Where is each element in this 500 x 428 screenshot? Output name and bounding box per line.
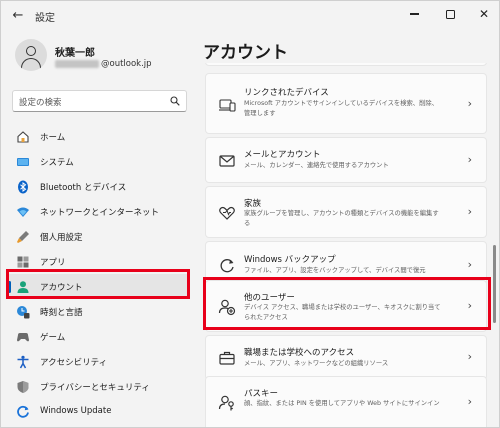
card-description: 顔、指紋、または PIN を使用してアプリや Web サイトにサインイン: [244, 400, 440, 407]
page-title: アカウント: [203, 43, 288, 63]
search-input[interactable]: 設定の検索: [12, 90, 187, 112]
sidebar-item-privacy-security[interactable]: プライバシーとセキュリティ: [7, 374, 190, 399]
sidebar-item-time-language[interactable]: 時刻と言語: [7, 299, 190, 324]
card-description: ファイル、アプリ、設定をバックアップして、デバイス間で復元: [244, 267, 426, 274]
accounts-settings-list: リンクされたデバイス Microsoft アカウントでサインインしているデバイス…: [205, 63, 491, 427]
chevron-right-icon: ›: [467, 350, 472, 363]
sidebar-item-label: ゲーム: [40, 333, 66, 343]
sidebar-item-label: Bluetooth とデバイス: [40, 183, 127, 193]
person-icon: [26, 46, 36, 56]
card-description: 家族グループを管理し、アカウントの種類とデバイスの機能を編集する: [244, 210, 439, 227]
backup-icon: [218, 257, 236, 275]
close-icon: ✕: [478, 7, 490, 21]
network-icon: [16, 205, 30, 219]
email-redaction: [55, 60, 99, 68]
sidebar-item-label: Windows Update: [40, 406, 112, 416]
card-title: メールとアカウント: [244, 150, 321, 160]
sidebar-item-label: アプリ: [40, 258, 66, 268]
card-title: 家族: [244, 199, 262, 209]
settings-card-partial: [205, 63, 487, 66]
time-language-icon: [16, 305, 30, 319]
highlight-box-accounts: [6, 269, 190, 299]
card-passkeys[interactable]: パスキー 顔、指紋、または PIN を使用してアプリや Web サイトにサインイ…: [205, 376, 487, 427]
settings-window: ← 設定 ✕ 秋葉一郎 @outlook.jp 設定の検索 ホーム システム B…: [0, 0, 500, 428]
sidebar-item-label: 個人用設定: [40, 233, 83, 243]
chevron-right-icon: ›: [467, 153, 472, 166]
user-name: 秋葉一郎: [55, 48, 95, 59]
card-email-accounts[interactable]: メールとアカウント メール、カレンダー、連絡先で使用するアカウント ›: [205, 137, 487, 183]
card-title: 職場または学校へのアクセス: [244, 348, 355, 358]
card-work-school-access[interactable]: 職場または学校へのアクセス メール、アプリ、ネットワークなどの組織リソース ›: [205, 335, 487, 380]
accessibility-icon: [16, 355, 30, 369]
chevron-right-icon: ›: [467, 97, 472, 110]
briefcase-icon: [218, 349, 236, 367]
card-title: パスキー: [244, 389, 279, 399]
card-description: Microsoft アカウントでサインインしているデバイスを検索、削除、管理しま…: [244, 100, 438, 117]
home-icon: [16, 130, 30, 144]
family-heart-icon: [218, 204, 236, 222]
sidebar-item-network[interactable]: ネットワークとインターネット: [7, 199, 190, 224]
system-icon: [16, 155, 30, 169]
apps-icon: [16, 255, 30, 269]
avatar[interactable]: [15, 39, 47, 71]
maximize-button[interactable]: [439, 3, 461, 25]
title-bar: ← 設定 ✕: [1, 1, 499, 31]
chevron-right-icon: ›: [467, 205, 472, 218]
sidebar-item-gaming[interactable]: ゲーム: [7, 324, 190, 349]
sidebar-item-label: アクセシビリティ: [40, 358, 108, 368]
mail-icon: [218, 152, 236, 170]
scrollbar-thumb[interactable]: [493, 245, 496, 323]
sidebar-item-label: プライバシーとセキュリティ: [40, 383, 150, 393]
brush-icon: [16, 230, 30, 244]
minimize-icon: [409, 13, 419, 15]
user-email-domain: @outlook.jp: [101, 59, 152, 69]
sidebar-item-personalization[interactable]: 個人用設定: [7, 224, 190, 249]
sidebar-item-home[interactable]: ホーム: [7, 124, 190, 149]
card-title: リンクされたデバイス: [244, 88, 329, 98]
update-icon: [16, 405, 30, 419]
passkey-icon: [218, 394, 236, 412]
laptop-phone-icon: [218, 96, 236, 114]
chevron-right-icon: ›: [467, 395, 472, 408]
minimize-button[interactable]: [403, 3, 425, 25]
shield-icon: [16, 380, 30, 394]
card-linked-devices[interactable]: リンクされたデバイス Microsoft アカウントでサインインしているデバイス…: [205, 73, 487, 134]
bluetooth-icon: [16, 180, 30, 194]
gaming-icon: [16, 330, 30, 344]
highlight-box-other-users: [203, 277, 491, 330]
sidebar-item-bluetooth[interactable]: Bluetooth とデバイス: [7, 174, 190, 199]
search-placeholder: 設定の検索: [19, 98, 62, 108]
maximize-icon: [445, 9, 455, 19]
search-icon: [170, 96, 180, 106]
window-title: 設定: [35, 13, 55, 24]
card-title: Windows バックアップ: [244, 255, 336, 265]
card-description: メール、カレンダー、連絡先で使用するアカウント: [244, 162, 389, 169]
card-description: メール、アプリ、ネットワークなどの組織リソース: [244, 360, 389, 367]
sidebar-item-accessibility[interactable]: アクセシビリティ: [7, 349, 190, 374]
sidebar-item-label: 時刻と言語: [40, 308, 83, 318]
sidebar-item-label: システム: [40, 158, 74, 168]
sidebar-item-label: ホーム: [40, 133, 66, 143]
card-family[interactable]: 家族 家族グループを管理し、アカウントの種類とデバイスの機能を編集する ›: [205, 186, 487, 238]
chevron-right-icon: ›: [467, 258, 472, 271]
sidebar-item-label: ネットワークとインターネット: [40, 208, 160, 218]
sidebar-item-windows-update[interactable]: Windows Update: [7, 399, 190, 424]
close-button[interactable]: ✕: [473, 3, 495, 25]
user-email: @outlook.jp: [55, 59, 152, 69]
sidebar-item-system[interactable]: システム: [7, 149, 190, 174]
back-arrow-icon[interactable]: ←: [9, 7, 27, 25]
